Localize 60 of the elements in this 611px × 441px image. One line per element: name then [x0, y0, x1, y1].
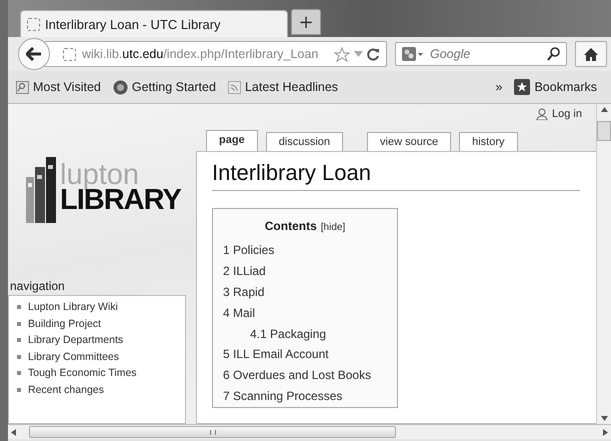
toc-link[interactable]: 3 Rapid — [223, 282, 387, 303]
new-tab-button[interactable]: + — [291, 9, 321, 35]
back-arrow-icon — [26, 47, 42, 61]
horizontal-scrollbar[interactable] — [8, 424, 611, 439]
reload-icon[interactable] — [367, 48, 380, 60]
user-icon — [536, 108, 548, 120]
page-tab[interactable]: discussion — [266, 132, 344, 151]
search-engine-icon[interactable] — [402, 46, 424, 62]
home-button[interactable] — [575, 41, 607, 67]
page-title: Interlibrary Loan — [212, 160, 580, 191]
toc-link[interactable]: 2 ILLiad — [223, 261, 387, 282]
overflow-button[interactable]: » — [496, 80, 502, 94]
feed-icon — [228, 80, 241, 94]
house-icon — [584, 48, 598, 60]
nav-link[interactable]: Building Project — [28, 318, 101, 330]
toc-link[interactable]: 7 Scanning Processes — [223, 386, 387, 407]
login-link[interactable]: Log in — [552, 108, 582, 120]
bullet-icon — [17, 322, 21, 326]
bookmark-link[interactable]: Getting Started — [112, 80, 216, 94]
nav-link[interactable]: Recent changes — [28, 384, 104, 396]
toc-link[interactable]: 5 ILL Email Account — [223, 344, 387, 365]
toc-link[interactable]: 1 Policies — [223, 240, 387, 261]
bullet-icon — [17, 354, 21, 359]
nav-link[interactable]: Library Departments — [28, 334, 124, 346]
star-icon[interactable] — [334, 46, 350, 62]
search-box[interactable]: Google — [395, 42, 567, 66]
page-tab[interactable]: page — [206, 130, 258, 151]
scroll-thumb[interactable] — [29, 426, 396, 438]
vertical-scrollbar[interactable] — [596, 104, 611, 424]
page-tab[interactable]: history — [459, 132, 518, 151]
bullet-icon — [17, 305, 21, 310]
toc-link[interactable]: 4 Mail — [223, 303, 387, 324]
arrow-icon[interactable] — [600, 107, 608, 112]
magnifier-icon — [16, 80, 29, 94]
nav-link[interactable]: Library Committees — [28, 350, 120, 363]
scroll-thumb[interactable] — [597, 121, 611, 141]
arrow-icon[interactable] — [11, 428, 16, 436]
bookmark-link[interactable]: Most Visited — [16, 80, 101, 94]
arrow-icon[interactable] — [603, 428, 608, 436]
browser-tab[interactable]: Interlibrary Loan - UTC Library — [20, 10, 288, 37]
toc-link[interactable]: 4.1 Packaging — [223, 324, 387, 344]
bookmarks-menu[interactable]: Bookmarks — [514, 79, 597, 95]
bookmark-link[interactable]: Latest Headlines — [228, 80, 338, 94]
bullet-icon — [17, 338, 21, 342]
bullet-icon — [17, 388, 21, 392]
toc-link[interactable]: 6 Overdues and Lost Books — [223, 365, 387, 386]
nav-link[interactable]: Lupton Library Wiki — [28, 301, 118, 314]
nav-link[interactable]: Tough Economic Times — [28, 367, 137, 380]
hide-link[interactable]: [hide] — [320, 222, 346, 233]
address-field[interactable]: wiki.lib.utc.edu/index.php/Interlibrary_Loan — [44, 41, 387, 67]
back-button[interactable] — [18, 38, 50, 70]
page-tab[interactable]: view source — [367, 132, 452, 151]
navigation-heading: navigation — [9, 279, 66, 293]
bullet-icon — [17, 371, 21, 376]
page-icon — [27, 18, 40, 30]
logo-text: lupton — [60, 161, 140, 190]
arrow-icon[interactable] — [600, 416, 608, 421]
disc-icon — [112, 80, 128, 94]
toc-title: Contents — [264, 219, 317, 233]
search-icon[interactable] — [547, 47, 560, 61]
